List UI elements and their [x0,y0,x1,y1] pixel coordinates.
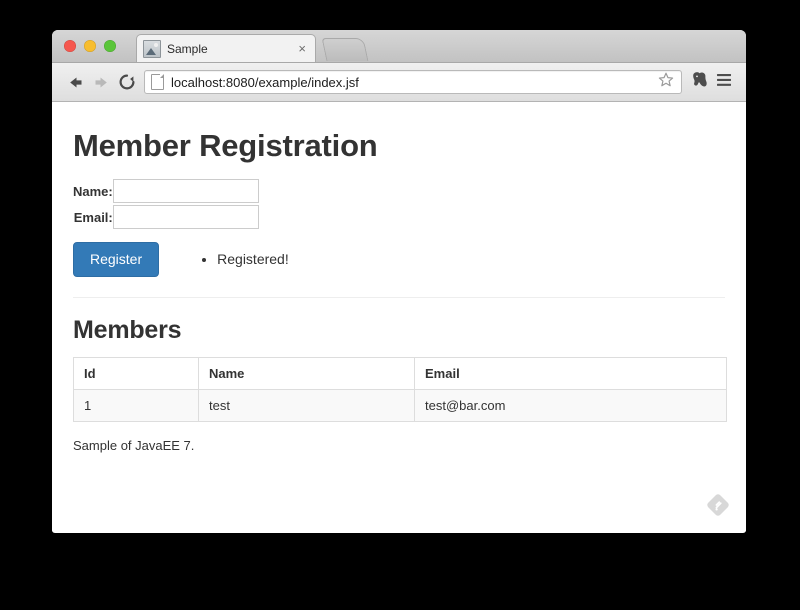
members-heading: Members [73,315,182,344]
column-header-id: Id [73,357,199,390]
elephant-icon [692,71,708,93]
browser-tab[interactable]: Sample × [136,34,316,62]
tab-strip: Sample × [52,30,746,63]
back-button[interactable] [62,69,88,95]
email-input[interactable] [112,205,259,229]
evernote-clipper-button[interactable] [688,69,712,95]
forward-button[interactable] [88,69,114,95]
page-content: Member Registration Name: Email: Registe… [52,102,746,532]
cell-email: test@bar.com [414,388,727,422]
browser-window: Sample × localhost:8080/example/index.js… [52,30,746,533]
registration-form: Name: Email: [73,178,259,230]
page-viewport: Member Registration Name: Email: Registe… [52,102,746,532]
email-field-cell [112,204,259,230]
table-header-row: Id Name Email [73,357,727,390]
chrome-menu-button[interactable] [712,69,736,95]
message-list: Registered! [201,250,289,270]
form-actions: Register Registered! [73,242,725,277]
address-bar[interactable]: localhost:8080/example/index.jsf [144,70,682,94]
tab-title: Sample [167,41,208,56]
minimize-window-button[interactable] [84,40,96,52]
bookmark-star-icon[interactable] [657,71,675,94]
reload-button[interactable] [114,69,140,95]
url-text[interactable]: localhost:8080/example/index.jsf [171,75,657,90]
email-label: Email: [73,209,113,225]
name-label: Name: [73,183,113,199]
name-field-cell [112,178,259,204]
status-message: Registered! [217,250,289,270]
footer-note: Sample of JavaEE 7. [73,437,195,453]
zoom-window-button[interactable] [104,40,116,52]
register-button[interactable]: Register [73,242,160,277]
members-table: Id Name Email 1 test test@bar.com [73,356,727,422]
feedly-icon[interactable] [705,492,731,518]
cell-name: test [198,388,415,422]
new-tab-button[interactable] [321,38,369,61]
reload-icon [118,73,136,91]
column-header-email: Email [414,357,727,390]
table-row: 1 test test@bar.com [73,388,727,422]
page-title: Member Registration [73,128,378,163]
close-icon[interactable]: × [295,42,309,55]
hamburger-menu-icon [716,73,732,92]
name-input[interactable] [112,179,259,203]
arrow-right-icon [93,74,110,91]
arrow-left-icon [67,74,84,91]
form-row-name: Name: [73,178,259,204]
column-header-name: Name [198,357,415,390]
close-window-button[interactable] [64,40,76,52]
cell-id: 1 [73,388,199,422]
window-controls [64,40,116,52]
image-placeholder-favicon [143,39,161,58]
form-row-email: Email: [73,204,259,230]
section-divider [73,296,725,298]
browser-toolbar: localhost:8080/example/index.jsf [52,63,746,102]
page-document-icon [151,74,164,90]
